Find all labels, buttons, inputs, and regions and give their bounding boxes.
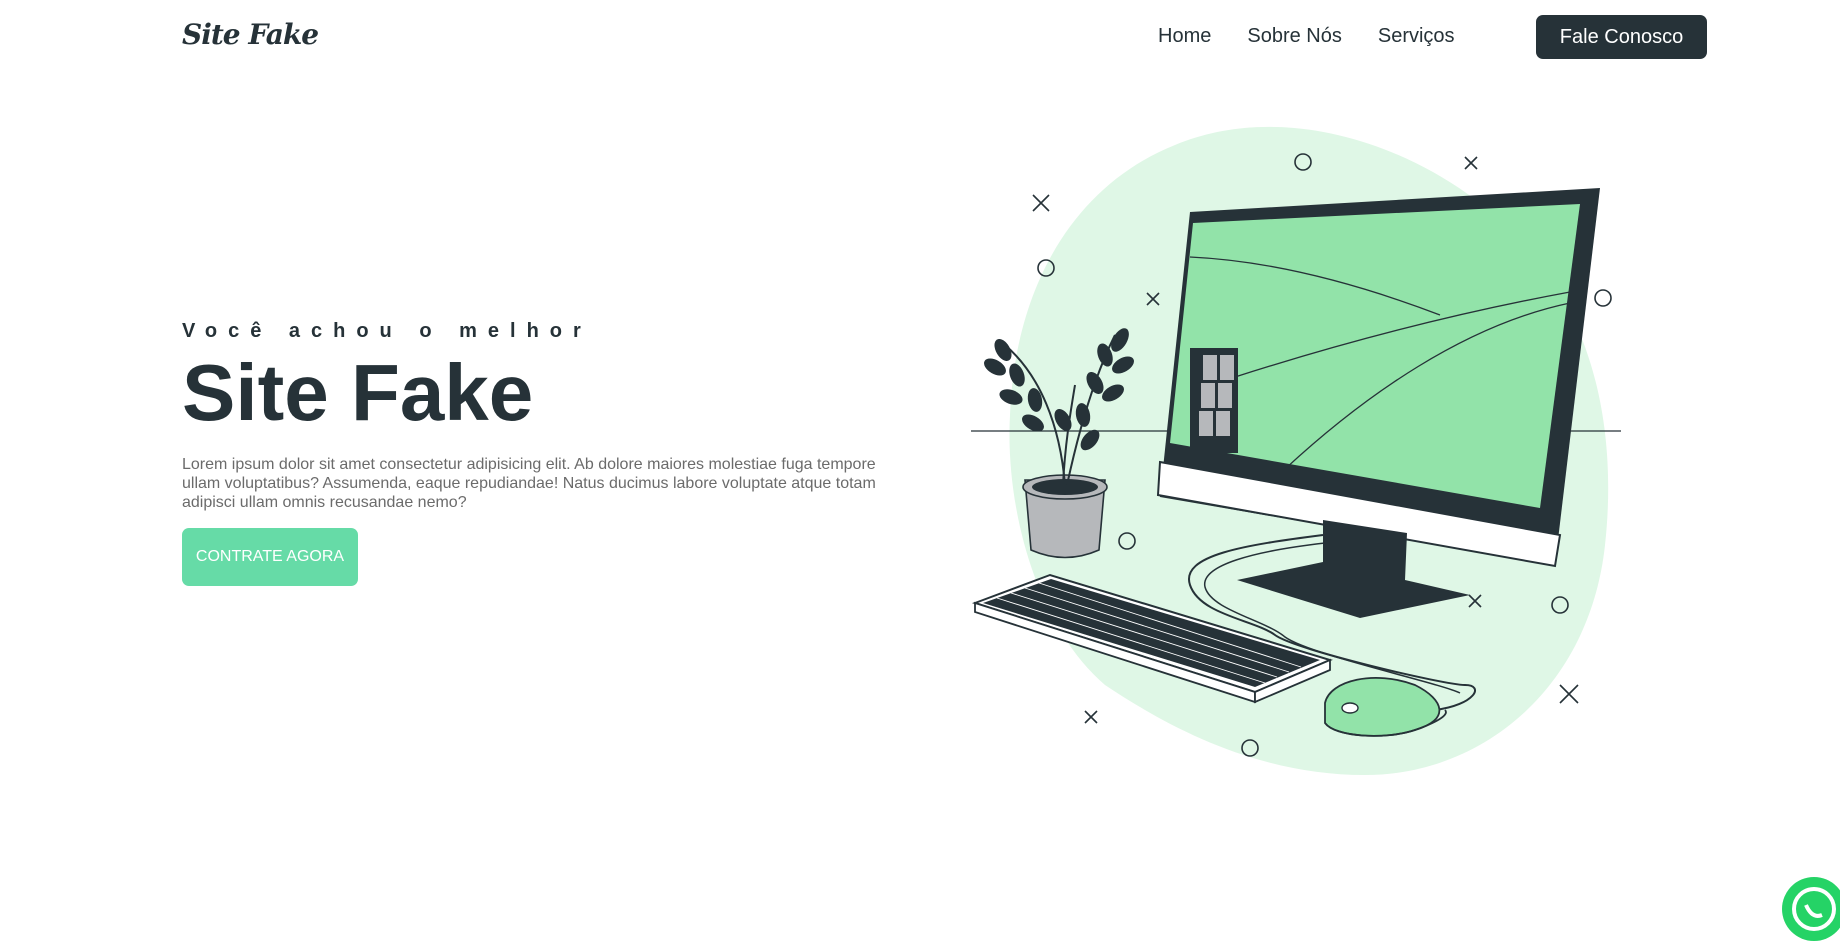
hero-description: Lorem ipsum dolor sit amet consectetur a…	[182, 456, 876, 511]
nav-links: Home Sobre Nós Serviços	[1158, 25, 1455, 48]
computer-desk-illustration	[965, 125, 1625, 785]
hero-eyebrow: Você achou o melhor	[182, 320, 592, 342]
site-logo[interactable]: Site Fake	[182, 18, 319, 51]
hero-title: Site Fake	[182, 348, 534, 437]
nav-link-about[interactable]: Sobre Nós	[1247, 25, 1342, 48]
nav-link-services[interactable]: Serviços	[1378, 25, 1455, 48]
whatsapp-icon[interactable]	[1782, 877, 1840, 941]
hire-now-button[interactable]: CONTRATE AGORA	[182, 528, 358, 586]
contact-button[interactable]: Fale Conosco	[1536, 15, 1707, 59]
nav-link-home[interactable]: Home	[1158, 25, 1211, 48]
navbar: Site Fake Home Sobre Nós Serviços Fale C…	[0, 0, 1840, 75]
